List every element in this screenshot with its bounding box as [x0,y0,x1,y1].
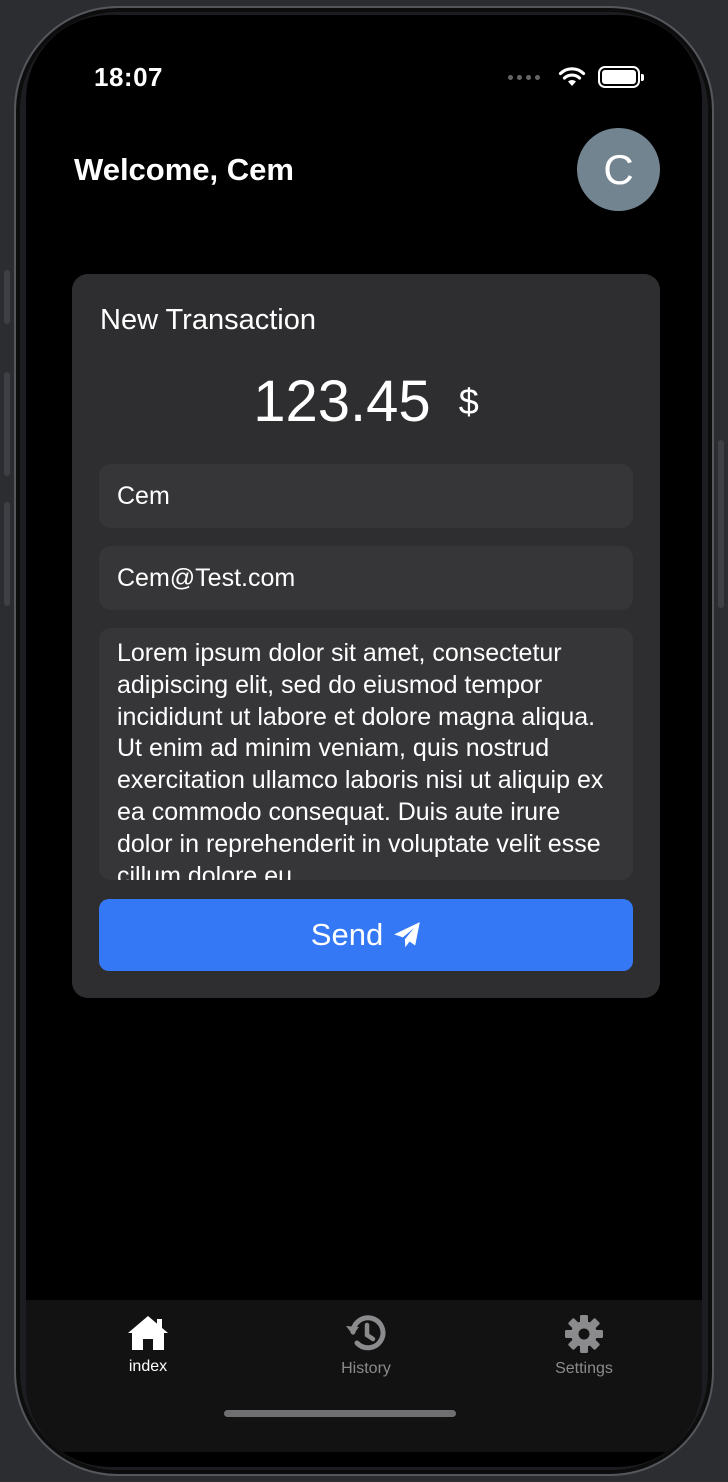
home-icon [128,1316,168,1350]
tab-bar: index History Settings [26,1300,702,1452]
tab-settings-label: Settings [555,1360,613,1377]
power-button [718,440,724,608]
avatar[interactable]: C [577,128,660,211]
wifi-icon [558,67,586,86]
currency-symbol: $ [458,380,479,422]
tab-index[interactable]: index [73,1314,223,1376]
email-value: Cem@Test.com [117,563,296,592]
send-label: Send [310,917,384,952]
welcome-title: Welcome, Cem [74,152,294,187]
note-value: Lorem ipsum dolor sit amet, consectetur … [117,639,604,880]
battery-icon [598,66,644,88]
volume-down-button [4,502,10,606]
recipient-name-field[interactable]: Cem [99,464,633,528]
volume-up-button [4,372,10,476]
gear-icon [565,1315,603,1353]
tab-settings[interactable]: Settings [509,1314,659,1378]
send-button[interactable]: Send [99,899,633,971]
recipient-name-value: Cem [117,481,170,510]
new-transaction-card: New Transaction 123.45 $ Cem Cem@Test.co… [72,274,660,998]
app-screen: 18:07 Welcome, Cem C New Transaction 123… [26,15,702,1467]
status-time: 18:07 [94,62,163,92]
history-icon [346,1315,386,1351]
tab-history-label: History [341,1360,391,1377]
amount-input[interactable]: 123.45 [253,368,430,435]
tab-history[interactable]: History [291,1314,441,1378]
note-textarea[interactable]: Lorem ipsum dolor sit amet, consectetur … [99,628,633,880]
status-icons [508,66,644,88]
card-title: New Transaction [100,304,316,336]
email-field[interactable]: Cem@Test.com [99,546,633,610]
signal-icon [508,74,540,80]
mute-switch [4,270,10,324]
home-indicator[interactable] [224,1410,456,1417]
amount-row: 123.45 $ [72,368,660,435]
tab-index-label: index [128,1358,168,1375]
paper-plane-icon [394,922,421,948]
